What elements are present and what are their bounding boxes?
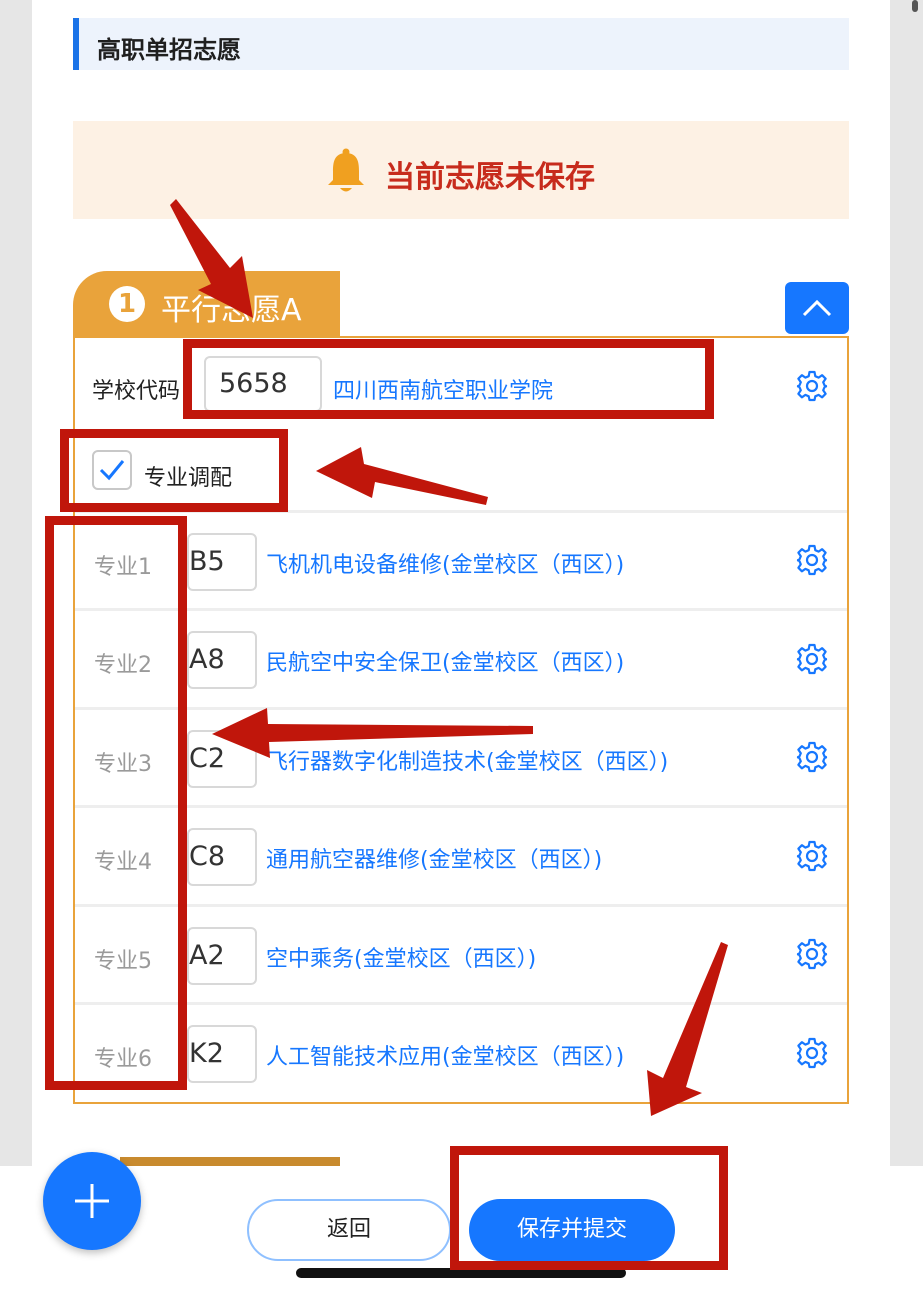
home-indicator (296, 1268, 626, 1278)
scrollbar[interactable] (912, 0, 918, 12)
tab-parallel-choice-a[interactable]: 1 平行志愿A (73, 271, 340, 337)
major-name-link[interactable]: 民航空中安全保卫(金堂校区（西区）) (266, 645, 624, 677)
major-name-link[interactable]: 人工智能技术应用(金堂校区（西区）) (266, 1039, 624, 1071)
adjust-checkbox[interactable] (92, 450, 132, 490)
check-icon (99, 460, 125, 481)
gear-icon[interactable] (796, 741, 828, 773)
major-code-input[interactable]: C8 (187, 828, 257, 886)
major-row: 专业6 K2 人工智能技术应用(金堂校区（西区）) (75, 1002, 847, 1101)
add-choice-button[interactable] (43, 1152, 141, 1250)
tab-number-badge: 1 (109, 286, 145, 322)
school-code-label: 学校代码 (92, 379, 181, 404)
unsaved-notice: 当前志愿未保存 (73, 121, 849, 219)
gear-icon[interactable] (796, 938, 828, 970)
gear-icon[interactable] (796, 544, 828, 576)
chevron-up-icon (802, 299, 832, 317)
bell-icon (328, 148, 364, 192)
major-name-link[interactable]: 飞行器数字化制造技术(金堂校区（西区）) (266, 744, 668, 776)
major-row: 专业3 C2 飞行器数字化制造技术(金堂校区（西区）) (75, 707, 847, 806)
gear-icon[interactable] (796, 643, 828, 675)
major-code-input[interactable]: K2 (187, 1025, 257, 1083)
major-name-link[interactable]: 通用航空器维修(金堂校区（西区）) (266, 842, 602, 874)
collapse-button[interactable] (785, 282, 849, 334)
gear-icon[interactable] (796, 370, 828, 402)
major-label: 专业5 (94, 949, 152, 974)
major-code-input[interactable]: C2 (187, 730, 257, 788)
major-code-input[interactable]: B5 (187, 533, 257, 591)
major-label: 专业6 (94, 1047, 152, 1072)
tab-label: 平行志愿A (161, 293, 302, 328)
major-row: 专业4 C8 通用航空器维修(金堂校区（西区）) (75, 805, 847, 904)
back-button[interactable]: 返回 (247, 1199, 451, 1261)
major-code-input[interactable]: A2 (187, 927, 257, 985)
major-label: 专业2 (94, 653, 152, 678)
major-label: 专业4 (94, 850, 152, 875)
major-name-link[interactable]: 飞机机电设备维修(金堂校区（西区）) (266, 547, 624, 579)
save-submit-button[interactable]: 保存并提交 (469, 1199, 675, 1261)
plus-icon (75, 1184, 109, 1218)
major-row: 专业1 B5 飞机机电设备维修(金堂校区（西区）) (75, 510, 847, 609)
major-row: 专业2 A8 民航空中安全保卫(金堂校区（西区）) (75, 608, 847, 707)
adjust-label: 专业调配 (144, 466, 233, 491)
major-label: 专业1 (94, 555, 152, 580)
school-code-input[interactable]: 5658 (204, 356, 322, 412)
major-label: 专业3 (94, 752, 152, 777)
gear-icon[interactable] (796, 840, 828, 872)
major-code-input[interactable]: A8 (187, 631, 257, 689)
gear-icon[interactable] (796, 1037, 828, 1069)
major-row: 专业5 A2 空中乘务(金堂校区（西区）) (75, 904, 847, 1003)
notice-text: 当前志愿未保存 (385, 160, 595, 195)
school-name-link[interactable]: 四川西南航空职业学院 (333, 373, 553, 405)
section-title: 高职单招志愿 (97, 36, 241, 64)
major-name-link[interactable]: 空中乘务(金堂校区（西区）) (266, 941, 536, 973)
section-header: 高职单招志愿 (73, 18, 849, 70)
